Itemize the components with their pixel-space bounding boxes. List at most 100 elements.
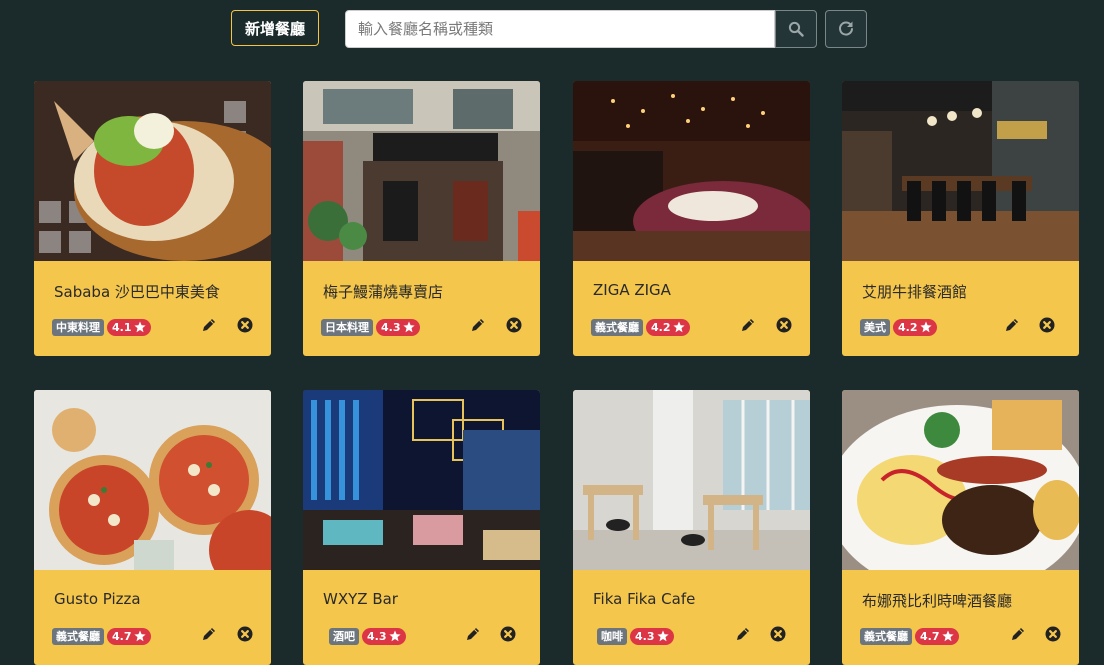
rating-value: 4.7	[920, 629, 940, 643]
pencil-icon	[472, 319, 484, 331]
rating-badge: 4.7	[915, 627, 959, 645]
restaurant-meta: 酒吧 4.3	[329, 627, 406, 645]
restaurant-photo	[842, 390, 1079, 570]
restaurant-photo	[303, 81, 540, 261]
restaurant-card[interactable]: Sababa 沙巴巴中東美食 中東料理 4.1	[34, 81, 271, 356]
restaurant-card[interactable]: Fika Fika Cafe 咖啡 4.3	[573, 390, 810, 665]
rating-badge: 4.3	[376, 318, 420, 336]
restaurant-photo	[842, 81, 1079, 261]
restaurant-meta: 咖啡 4.3	[597, 627, 674, 645]
category-badge: 咖啡	[597, 627, 627, 645]
restaurant-photo	[573, 390, 810, 570]
restaurant-name: ZIGA ZIGA	[593, 281, 671, 299]
star-icon	[388, 630, 401, 642]
restaurant-card[interactable]: 梅子鰻蒲燒專賣店 日本料理 4.3	[303, 81, 540, 356]
rating-badge: 4.2	[646, 318, 690, 336]
delete-button[interactable]	[1037, 315, 1057, 335]
restaurant-photo	[573, 81, 810, 261]
edit-button[interactable]	[199, 315, 219, 335]
restaurant-name: Gusto Pizza	[54, 590, 141, 608]
restaurant-card[interactable]: ZIGA ZIGA 義式餐廳 4.2	[573, 81, 810, 356]
edit-button[interactable]	[199, 624, 219, 644]
pencil-icon	[737, 628, 749, 640]
category-badge: 義式餐廳	[860, 627, 912, 645]
star-icon	[133, 630, 146, 642]
delete-button[interactable]	[1043, 624, 1063, 644]
restaurant-card[interactable]: 布娜飛比利時啤酒餐廳 義式餐廳 4.7	[842, 390, 1079, 665]
restaurant-meta: 義式餐廳 4.2	[591, 318, 690, 336]
category-badge: 中東料理	[52, 318, 104, 336]
category-badge: 義式餐廳	[591, 318, 643, 336]
edit-button[interactable]	[463, 624, 483, 644]
restaurant-name: 艾朋牛排餐酒館	[862, 283, 968, 301]
pencil-icon	[203, 319, 215, 331]
rating-badge: 4.7	[107, 627, 151, 645]
pencil-icon	[1006, 319, 1018, 331]
delete-button[interactable]	[498, 624, 518, 644]
rating-value: 4.2	[651, 320, 671, 334]
rating-badge: 4.3	[362, 627, 406, 645]
delete-button[interactable]	[235, 624, 255, 644]
restaurant-meta: 義式餐廳 4.7	[860, 627, 959, 645]
pencil-icon	[203, 628, 215, 640]
pencil-icon	[467, 628, 479, 640]
restaurant-name: 梅子鰻蒲燒專賣店	[323, 283, 444, 301]
close-circle-icon	[500, 626, 516, 642]
delete-button[interactable]	[768, 624, 788, 644]
rating-value: 4.7	[112, 629, 132, 643]
star-icon	[919, 321, 932, 333]
add-restaurant-button[interactable]: 新增餐廳	[231, 10, 319, 46]
rating-value: 4.3	[635, 629, 655, 643]
search-input[interactable]	[345, 10, 775, 48]
edit-button[interactable]	[468, 315, 488, 335]
search-button[interactable]	[775, 10, 817, 48]
rating-badge: 4.3	[630, 627, 674, 645]
edit-button[interactable]	[1002, 315, 1022, 335]
rating-value: 4.2	[898, 320, 918, 334]
edit-button[interactable]	[733, 624, 753, 644]
refresh-button[interactable]	[825, 10, 867, 48]
delete-button[interactable]	[235, 315, 255, 335]
star-icon	[133, 321, 146, 333]
close-circle-icon	[770, 626, 786, 642]
category-badge: 酒吧	[329, 627, 359, 645]
rating-value: 4.3	[367, 629, 387, 643]
rating-badge: 4.1	[107, 318, 151, 336]
restaurant-card[interactable]: WXYZ Bar 酒吧 4.3	[303, 390, 540, 665]
star-icon	[941, 630, 954, 642]
edit-button[interactable]	[738, 315, 758, 335]
restaurant-photo	[303, 390, 540, 570]
pencil-icon	[1012, 628, 1024, 640]
restaurant-card[interactable]: Gusto Pizza 義式餐廳 4.7	[34, 390, 271, 665]
restaurant-meta: 義式餐廳 4.7	[52, 627, 151, 645]
rating-value: 4.3	[381, 320, 401, 334]
pencil-icon	[742, 319, 754, 331]
delete-button[interactable]	[774, 315, 794, 335]
restaurant-meta: 日本料理 4.3	[321, 318, 420, 336]
close-circle-icon	[506, 317, 522, 333]
delete-button[interactable]	[504, 315, 524, 335]
restaurant-name: WXYZ Bar	[323, 590, 398, 608]
edit-button[interactable]	[1008, 624, 1028, 644]
rating-value: 4.1	[112, 320, 132, 334]
close-circle-icon	[237, 317, 253, 333]
rating-badge: 4.2	[893, 318, 937, 336]
restaurant-card[interactable]: 艾朋牛排餐酒館 美式 4.2	[842, 81, 1079, 356]
star-icon	[402, 321, 415, 333]
category-badge: 義式餐廳	[52, 627, 104, 645]
restaurant-name: Sababa 沙巴巴中東美食	[54, 283, 220, 301]
close-circle-icon	[776, 317, 792, 333]
restaurant-photo	[34, 81, 271, 261]
refresh-icon	[839, 21, 853, 36]
restaurant-meta: 美式 4.2	[860, 318, 937, 336]
restaurant-name: Fika Fika Cafe	[593, 590, 696, 608]
category-badge: 日本料理	[321, 318, 373, 336]
category-badge: 美式	[860, 318, 890, 336]
star-icon	[672, 321, 685, 333]
close-circle-icon	[1045, 626, 1061, 642]
restaurant-name: 布娜飛比利時啤酒餐廳	[862, 592, 1013, 610]
restaurant-meta: 中東料理 4.1	[52, 318, 151, 336]
close-circle-icon	[237, 626, 253, 642]
toolbar: 新增餐廳	[0, 10, 1104, 48]
restaurant-photo	[34, 390, 271, 570]
